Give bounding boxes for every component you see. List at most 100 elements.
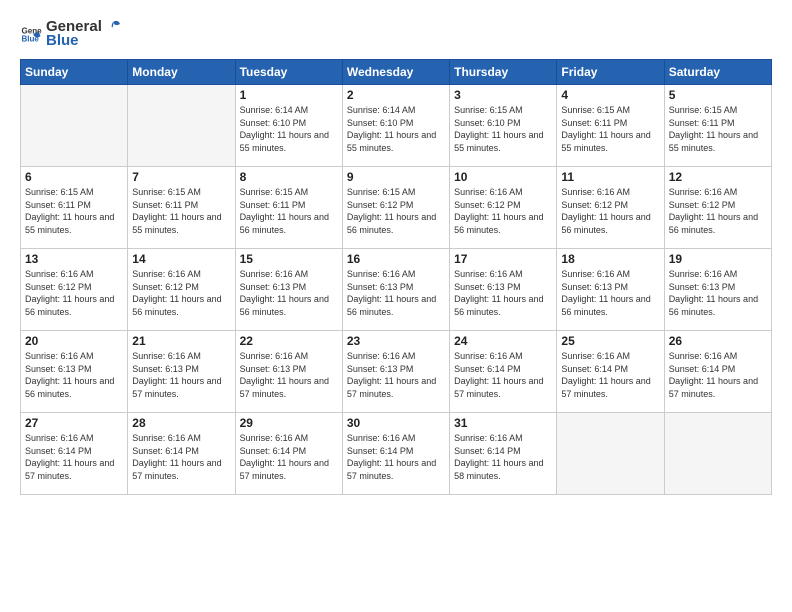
day-number: 30 [347,416,445,430]
day-info: Sunrise: 6:16 AM Sunset: 6:13 PM Dayligh… [454,268,552,318]
day-info: Sunrise: 6:15 AM Sunset: 6:11 PM Dayligh… [25,186,123,236]
calendar-week-row: 13 Sunrise: 6:16 AM Sunset: 6:12 PM Dayli… [21,249,772,331]
calendar-week-row: 1 Sunrise: 6:14 AM Sunset: 6:10 PM Daylig… [21,85,772,167]
day-info: Sunrise: 6:16 AM Sunset: 6:12 PM Dayligh… [669,186,767,236]
table-row [21,85,128,167]
day-number: 24 [454,334,552,348]
day-info: Sunrise: 6:15 AM Sunset: 6:12 PM Dayligh… [347,186,445,236]
day-number: 19 [669,252,767,266]
table-row: 23Sunrise: 6:16 AM Sunset: 6:13 PM Dayli… [342,331,449,413]
day-number: 16 [347,252,445,266]
calendar-week-row: 27 Sunrise: 6:16 AM Sunset: 6:14 PM Dayli… [21,413,772,495]
day-number: 26 [669,334,767,348]
day-info: Sunrise: 6:16 AM Sunset: 6:14 PM Dayligh… [454,350,552,400]
table-row: 29 Sunrise: 6:16 AM Sunset: 6:14 PM Dayli… [235,413,342,495]
day-info: Sunrise: 6:16 AM Sunset: 6:14 PM Dayligh… [132,432,230,482]
day-number: 31 [454,416,552,430]
table-row: 2 Sunrise: 6:14 AM Sunset: 6:10 PM Daylig… [342,85,449,167]
day-number: 12 [669,170,767,184]
day-info: Sunrise: 6:16 AM Sunset: 6:13 PM Dayligh… [25,350,123,400]
col-sunday: Sunday [21,60,128,85]
day-number: 18 [561,252,659,266]
day-info: Sunrise: 6:16 AM Sunset: 6:12 PM Dayligh… [132,268,230,318]
day-info: Sunrise: 6:16 AM Sunset: 6:14 PM Dayligh… [25,432,123,482]
table-row: 15 Sunrise: 6:16 AM Sunset: 6:13 PM Dayli… [235,249,342,331]
col-monday: Monday [128,60,235,85]
table-row: 11Sunrise: 6:16 AM Sunset: 6:12 PM Dayli… [557,167,664,249]
day-number: 29 [240,416,338,430]
calendar-week-row: 20Sunrise: 6:16 AM Sunset: 6:13 PM Dayli… [21,331,772,413]
day-number: 15 [240,252,338,266]
day-info: Sunrise: 6:16 AM Sunset: 6:12 PM Dayligh… [25,268,123,318]
day-number: 14 [132,252,230,266]
table-row: 20Sunrise: 6:16 AM Sunset: 6:13 PM Dayli… [21,331,128,413]
day-info: Sunrise: 6:16 AM Sunset: 6:14 PM Dayligh… [669,350,767,400]
day-info: Sunrise: 6:14 AM Sunset: 6:10 PM Dayligh… [347,104,445,154]
day-number: 11 [561,170,659,184]
table-row: 5 Sunrise: 6:15 AM Sunset: 6:11 PM Daylig… [664,85,771,167]
table-row: 10Sunrise: 6:16 AM Sunset: 6:12 PM Dayli… [450,167,557,249]
day-number: 4 [561,88,659,102]
table-row: 18 Sunrise: 6:16 AM Sunset: 6:13 PM Dayli… [557,249,664,331]
day-number: 8 [240,170,338,184]
table-row: 26 Sunrise: 6:16 AM Sunset: 6:14 PM Dayli… [664,331,771,413]
table-row: 19 Sunrise: 6:16 AM Sunset: 6:13 PM Dayli… [664,249,771,331]
table-row: 21 Sunrise: 6:16 AM Sunset: 6:13 PM Dayli… [128,331,235,413]
table-row: 24 Sunrise: 6:16 AM Sunset: 6:14 PM Dayli… [450,331,557,413]
table-row [557,413,664,495]
svg-text:Blue: Blue [21,34,39,43]
table-row: 22 Sunrise: 6:16 AM Sunset: 6:13 PM Dayli… [235,331,342,413]
day-info: Sunrise: 6:15 AM Sunset: 6:11 PM Dayligh… [240,186,338,236]
calendar-table: Sunday Monday Tuesday Wednesday Thursday… [20,59,772,495]
day-info: Sunrise: 6:16 AM Sunset: 6:12 PM Dayligh… [454,186,552,236]
day-info: Sunrise: 6:16 AM Sunset: 6:14 PM Dayligh… [240,432,338,482]
day-info: Sunrise: 6:16 AM Sunset: 6:14 PM Dayligh… [454,432,552,482]
day-number: 13 [25,252,123,266]
day-number: 3 [454,88,552,102]
table-row: 27 Sunrise: 6:16 AM Sunset: 6:14 PM Dayli… [21,413,128,495]
day-number: 22 [240,334,338,348]
col-tuesday: Tuesday [235,60,342,85]
day-info: Sunrise: 6:15 AM Sunset: 6:11 PM Dayligh… [132,186,230,236]
table-row: 17 Sunrise: 6:16 AM Sunset: 6:13 PM Dayli… [450,249,557,331]
day-info: Sunrise: 6:16 AM Sunset: 6:13 PM Dayligh… [240,268,338,318]
col-thursday: Thursday [450,60,557,85]
calendar-week-row: 6Sunrise: 6:15 AM Sunset: 6:11 PM Daylig… [21,167,772,249]
day-number: 28 [132,416,230,430]
table-row: 4 Sunrise: 6:15 AM Sunset: 6:11 PM Daylig… [557,85,664,167]
table-row: 8 Sunrise: 6:15 AM Sunset: 6:11 PM Daylig… [235,167,342,249]
day-number: 27 [25,416,123,430]
calendar-header-row: Sunday Monday Tuesday Wednesday Thursday… [21,60,772,85]
day-number: 23 [347,334,445,348]
table-row: 9 Sunrise: 6:15 AM Sunset: 6:12 PM Daylig… [342,167,449,249]
table-row: 28 Sunrise: 6:16 AM Sunset: 6:14 PM Dayli… [128,413,235,495]
day-number: 1 [240,88,338,102]
day-number: 25 [561,334,659,348]
table-row: 6Sunrise: 6:15 AM Sunset: 6:11 PM Daylig… [21,167,128,249]
day-number: 5 [669,88,767,102]
logo-bird-icon [103,18,121,36]
table-row: 3Sunrise: 6:15 AM Sunset: 6:10 PM Daylig… [450,85,557,167]
header: General Blue General Blue [20,18,772,49]
table-row: 31 Sunrise: 6:16 AM Sunset: 6:14 PM Dayli… [450,413,557,495]
day-info: Sunrise: 6:15 AM Sunset: 6:11 PM Dayligh… [669,104,767,154]
day-info: Sunrise: 6:16 AM Sunset: 6:14 PM Dayligh… [347,432,445,482]
day-info: Sunrise: 6:16 AM Sunset: 6:13 PM Dayligh… [669,268,767,318]
day-info: Sunrise: 6:16 AM Sunset: 6:13 PM Dayligh… [132,350,230,400]
day-info: Sunrise: 6:14 AM Sunset: 6:10 PM Dayligh… [240,104,338,154]
day-info: Sunrise: 6:16 AM Sunset: 6:13 PM Dayligh… [561,268,659,318]
table-row [128,85,235,167]
table-row: 25Sunrise: 6:16 AM Sunset: 6:14 PM Dayli… [557,331,664,413]
day-number: 17 [454,252,552,266]
table-row: 30 Sunrise: 6:16 AM Sunset: 6:14 PM Dayli… [342,413,449,495]
day-number: 21 [132,334,230,348]
page: General Blue General Blue Sunday Monday … [0,0,792,612]
day-number: 2 [347,88,445,102]
table-row: 16 Sunrise: 6:16 AM Sunset: 6:13 PM Dayli… [342,249,449,331]
day-info: Sunrise: 6:15 AM Sunset: 6:11 PM Dayligh… [561,104,659,154]
table-row: 13 Sunrise: 6:16 AM Sunset: 6:12 PM Dayli… [21,249,128,331]
day-number: 9 [347,170,445,184]
day-info: Sunrise: 6:16 AM Sunset: 6:13 PM Dayligh… [347,268,445,318]
day-info: Sunrise: 6:16 AM Sunset: 6:13 PM Dayligh… [240,350,338,400]
table-row [664,413,771,495]
